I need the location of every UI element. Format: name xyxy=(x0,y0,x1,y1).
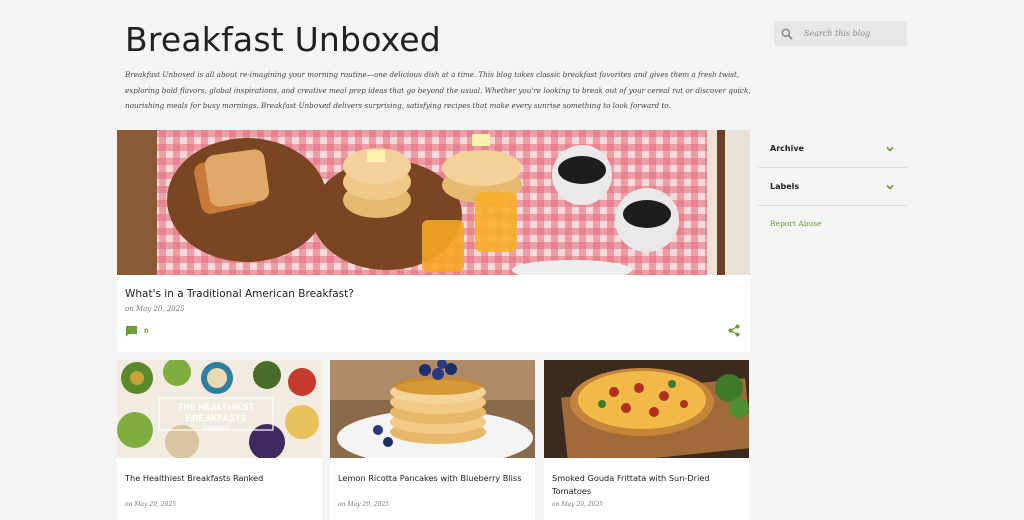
report-abuse-link[interactable]: Report Abuse xyxy=(770,219,907,228)
comments-link[interactable]: 0 xyxy=(125,325,149,337)
share-icon[interactable] xyxy=(728,324,740,337)
search-input[interactable] xyxy=(804,29,899,38)
post-card[interactable]: THE HEALTHIEST BREAKFASTS RANKED The Hea… xyxy=(117,360,322,520)
blog-description: Breakfast Unboxed is all about re-imagin… xyxy=(125,70,751,110)
post-date[interactable]: on May 20, 2025 xyxy=(125,501,176,508)
featured-post-image[interactable] xyxy=(117,130,750,275)
post-image-pancakes[interactable] xyxy=(330,360,535,458)
chevron-down-icon[interactable] xyxy=(885,182,895,192)
post-image-frittata[interactable] xyxy=(544,360,749,458)
featured-post-title[interactable]: What's in a Traditional American Breakfa… xyxy=(125,288,354,300)
image-caption-line-2: BREAKFASTS xyxy=(185,413,246,423)
post-title[interactable]: The Healthiest Breakfasts Ranked xyxy=(125,472,315,485)
search-icon[interactable] xyxy=(780,27,794,41)
image-caption-line-3: RANKED xyxy=(203,426,229,432)
post-title[interactable]: Lemon Ricotta Pancakes with Blueberry Bl… xyxy=(338,472,528,485)
chevron-down-icon[interactable] xyxy=(885,144,895,154)
featured-post-date[interactable]: on May 20, 2025 xyxy=(125,305,185,313)
post-card[interactable]: Smoked Gouda Frittata with Sun-Dried Tom… xyxy=(544,360,749,520)
image-caption-line-1: THE HEALTHIEST xyxy=(178,402,255,412)
sidebar-archive[interactable]: Archive xyxy=(758,130,907,168)
sidebar-labels[interactable]: Labels xyxy=(758,168,907,206)
search-box[interactable] xyxy=(774,21,907,46)
comment-count[interactable]: 0 xyxy=(144,327,149,335)
post-card[interactable]: Lemon Ricotta Pancakes with Blueberry Bl… xyxy=(330,360,535,520)
post-title[interactable]: Smoked Gouda Frittata with Sun-Dried Tom… xyxy=(552,472,742,498)
blog-title[interactable]: Breakfast Unboxed xyxy=(125,20,441,59)
comment-icon[interactable] xyxy=(125,325,138,337)
post-image-healthiest[interactable]: THE HEALTHIEST BREAKFASTS RANKED xyxy=(117,360,322,458)
featured-post[interactable]: What's in a Traditional American Breakfa… xyxy=(117,130,750,352)
archive-label: Archive xyxy=(770,144,804,153)
labels-label: Labels xyxy=(770,182,800,191)
post-date[interactable]: on May 20, 2025 xyxy=(338,501,389,508)
sidebar: Archive Labels Report Abuse xyxy=(758,130,907,228)
post-date[interactable]: on May 20, 2025 xyxy=(552,501,603,508)
